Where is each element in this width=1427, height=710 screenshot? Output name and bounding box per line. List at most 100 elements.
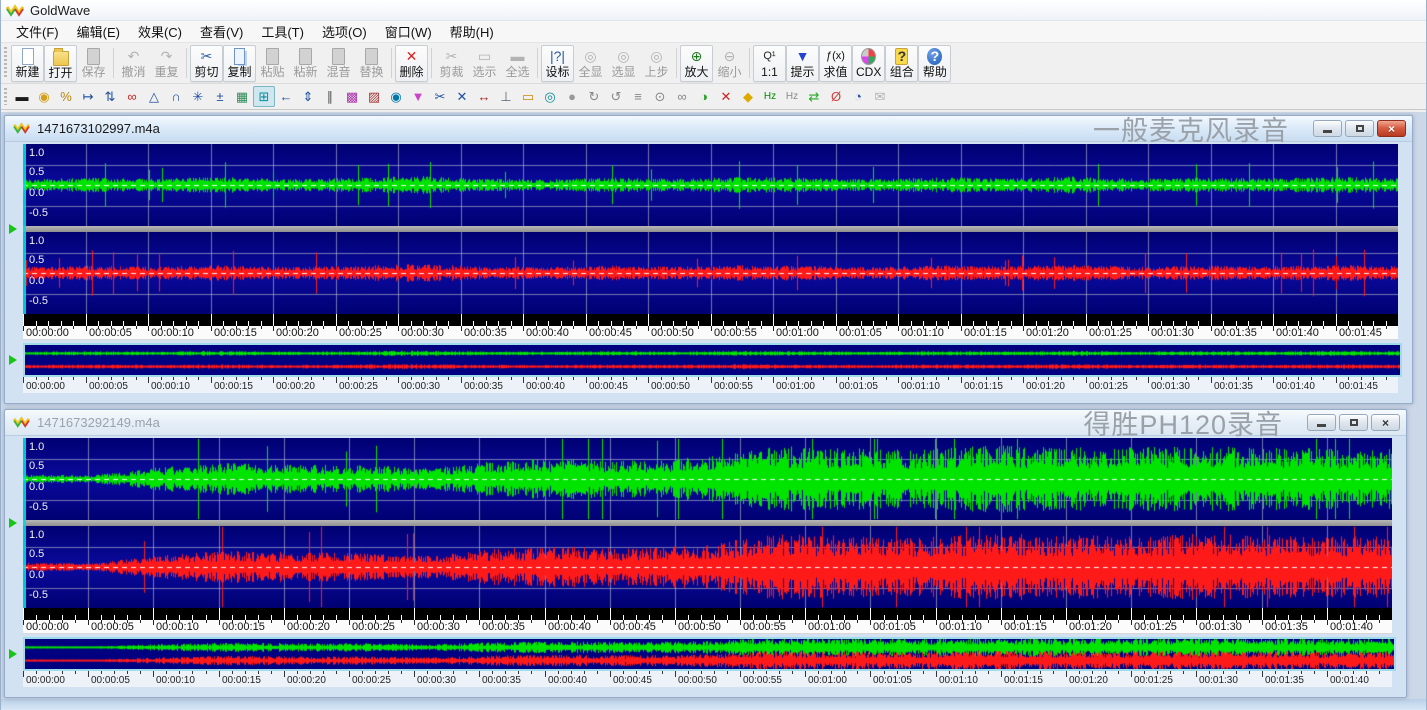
mechanize-button[interactable]: ✳ <box>187 86 209 107</box>
mix-button[interactable]: 混音 <box>322 45 355 82</box>
sphere-button[interactable]: ● <box>561 86 583 107</box>
overview-strip[interactable] <box>23 637 1396 671</box>
menu-item-7[interactable]: 帮助(H) <box>441 20 503 43</box>
diamond-button[interactable]: ◆ <box>737 86 759 107</box>
level-knob-button[interactable]: ≡ <box>627 86 649 107</box>
document-window-titlebar[interactable]: 1471673292149.m4a 得胜PH120录音 × <box>5 410 1406 436</box>
eq-bars-button[interactable]: ∥ <box>319 86 341 107</box>
copy-button[interactable]: 复制 <box>223 45 256 82</box>
stretch-button[interactable]: ⇕ <box>297 86 319 107</box>
offset-button[interactable]: ± <box>209 86 231 107</box>
hz-adjust-button[interactable]: Hz <box>781 86 803 107</box>
zoom-1-1-button[interactable]: Q¹1:1 <box>753 45 786 82</box>
restore-button[interactable] <box>1339 414 1368 431</box>
expression-button[interactable]: % <box>55 86 77 107</box>
channel-separator[interactable] <box>23 520 1392 526</box>
selection-start-marker[interactable] <box>23 144 26 314</box>
replace-button[interactable]: 替换 <box>355 45 388 82</box>
help-button[interactable]: ?帮助 <box>918 45 951 82</box>
fit-window-button[interactable]: ⊞ <box>253 86 275 107</box>
cut-button[interactable]: ✂剪切 <box>190 45 223 82</box>
waveform-right-channel[interactable] <box>23 232 1398 314</box>
minimize-button[interactable] <box>1313 120 1342 137</box>
splice-button[interactable]: ✂ <box>429 86 451 107</box>
menu-item-2[interactable]: 效果(C) <box>129 20 191 43</box>
open-file-button[interactable]: 打开 <box>44 45 77 82</box>
toolbar-grip[interactable] <box>4 47 7 79</box>
zoom-out-button[interactable]: ⊖缩小 <box>713 45 746 82</box>
seek-end-button[interactable]: ↦ <box>77 86 99 107</box>
delete-button[interactable]: ✕删除 <box>395 45 428 82</box>
knob-levels-button[interactable]: Ø <box>825 86 847 107</box>
menu-item-1[interactable]: 编辑(E) <box>68 20 129 43</box>
loop-arrows-button[interactable]: ⇄ <box>803 86 825 107</box>
show-selection-button[interactable]: ▭选示 <box>468 45 501 82</box>
fit-vertical-button[interactable]: ⇅ <box>99 86 121 107</box>
silence-reduce-button[interactable]: ↔ <box>473 86 495 107</box>
waveform-right-channel[interactable] <box>23 526 1392 608</box>
save-button[interactable]: 保存 <box>77 45 110 82</box>
redo-button[interactable]: ↷重复 <box>150 45 183 82</box>
mail-button[interactable]: ✉ <box>869 86 891 107</box>
overview-waveform[interactable] <box>25 639 1394 669</box>
waveform-left-channel[interactable] <box>23 438 1392 520</box>
menu-item-4[interactable]: 工具(T) <box>252 20 313 43</box>
waveform-left-channel[interactable] <box>23 144 1398 226</box>
toolbar-grip[interactable] <box>4 88 7 105</box>
node-link-button[interactable]: ∞ <box>121 86 143 107</box>
spectrum-eye-button[interactable]: ◉ <box>385 86 407 107</box>
open-file-button-icon <box>53 51 69 66</box>
zoom-in-button[interactable]: ⊕放大 <box>680 45 713 82</box>
freq-knob-button[interactable]: ↺ <box>605 86 627 107</box>
restore-button[interactable] <box>1345 120 1374 137</box>
overview-strip[interactable] <box>23 343 1402 377</box>
menu-item-5[interactable]: 选项(O) <box>313 20 376 43</box>
invert-button[interactable]: ∩ <box>165 86 187 107</box>
noise-gate-button[interactable]: ⊥ <box>495 86 517 107</box>
new-file-button[interactable]: 新建 <box>11 45 44 82</box>
shift-left-button[interactable]: ← <box>275 86 297 107</box>
volume-preset-button[interactable]: ▬ <box>11 86 33 107</box>
view-all-button[interactable]: ◎全显 <box>574 45 607 82</box>
select-all-button[interactable]: ▬全选 <box>501 45 534 82</box>
evaluate-button[interactable]: ƒ(x)求值 <box>819 45 852 82</box>
ramp-button[interactable]: △ <box>143 86 165 107</box>
document-window-titlebar[interactable]: 1471673102997.m4a 一般麦克风录音 × <box>5 116 1412 142</box>
rainbow-menu-button[interactable]: ▼ <box>407 86 429 107</box>
cdx-button[interactable]: CDX <box>852 45 885 82</box>
stereo-knob-button[interactable]: ◑ <box>693 86 715 107</box>
mute-lips-button[interactable]: ✕ <box>715 86 737 107</box>
group-button[interactable]: ?组合 <box>885 45 918 82</box>
paste-new-button[interactable]: 粘新 <box>289 45 322 82</box>
selection-start-marker[interactable] <box>23 438 26 608</box>
pipe-button[interactable]: ▭ <box>517 86 539 107</box>
sparkle-button[interactable]: ✕ <box>451 86 473 107</box>
previous-zoom-button[interactable]: ◎上步 <box>640 45 673 82</box>
set-marker-button[interactable]: |?|设标 <box>541 45 574 82</box>
trim-button[interactable]: ✂剪裁 <box>435 45 468 82</box>
matrix-b-button[interactable]: ▨ <box>363 86 385 107</box>
view-selection-button[interactable]: ◎选显 <box>607 45 640 82</box>
linked-knobs-button[interactable]: ∞ <box>671 86 693 107</box>
menu-item-0[interactable]: 文件(F) <box>7 20 68 43</box>
hz-play-button[interactable]: Hz <box>759 86 781 107</box>
close-button[interactable]: × <box>1371 414 1400 431</box>
minimize-button[interactable] <box>1307 414 1336 431</box>
mixer-grid-button[interactable]: ▦ <box>231 86 253 107</box>
time-knob-button[interactable]: ↻ <box>583 86 605 107</box>
matrix-a-button[interactable]: ▩ <box>341 86 363 107</box>
pan-balls-button[interactable]: ◉ <box>33 86 55 107</box>
paste-button[interactable]: 粘贴 <box>256 45 289 82</box>
overview-waveform[interactable] <box>25 345 1400 375</box>
undo-button[interactable]: ↶撤消 <box>117 45 150 82</box>
close-button[interactable]: × <box>1377 120 1406 137</box>
find-button[interactable]: ◎ <box>539 86 561 107</box>
clock-button[interactable]: ◔ <box>847 86 869 107</box>
menu-item-3[interactable]: 查看(V) <box>191 20 252 43</box>
app-titlebar[interactable]: GoldWave <box>1 0 1426 21</box>
channel-separator[interactable] <box>23 226 1398 232</box>
hint-button[interactable]: ▼提示 <box>786 45 819 82</box>
menu-item-6[interactable]: 窗口(W) <box>376 20 441 43</box>
knob-alert-button[interactable]: ⊙ <box>649 86 671 107</box>
sparkle-icon: ✕ <box>457 89 468 105</box>
